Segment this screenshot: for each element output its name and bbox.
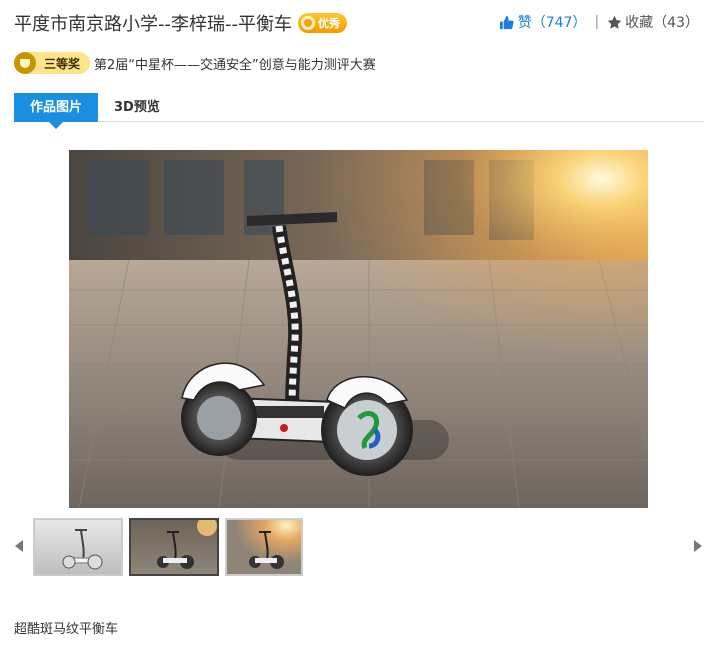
tab-3d-preview[interactable]: 3D预览 xyxy=(98,93,176,122)
balance-scooter-render xyxy=(69,150,648,508)
award-rank: 三等奖 xyxy=(44,56,81,71)
star-icon xyxy=(607,15,622,29)
excellent-badge: 优秀 xyxy=(297,13,347,33)
gallery-next-arrow[interactable] xyxy=(694,540,702,552)
gallery-prev-arrow[interactable] xyxy=(15,540,23,552)
main-artwork-image xyxy=(69,150,648,508)
medal-icon xyxy=(300,16,315,30)
thumbnail-3[interactable] xyxy=(225,518,303,576)
work-title: 平度市南京路小学--李梓瑞--平衡车 优秀 xyxy=(14,10,347,36)
thumbnail-1[interactable] xyxy=(33,518,123,576)
thumbnail-2[interactable] xyxy=(129,518,219,576)
favorite-button[interactable]: 收藏 （43） xyxy=(607,12,699,32)
tab-bar: 作品图片 3D预览 xyxy=(14,93,704,129)
like-label: 赞 xyxy=(517,15,532,31)
thumbnail-image-sunlit xyxy=(227,520,301,574)
excellent-badge-label: 优秀 xyxy=(317,17,340,30)
tab-work-images[interactable]: 作品图片 xyxy=(14,93,99,129)
trophy-icon xyxy=(14,52,36,74)
thumbnail-image-white xyxy=(35,520,121,574)
action-separator: | xyxy=(594,14,600,30)
like-count: （747） xyxy=(531,15,587,31)
work-description: 超酷斑马纹平衡车 xyxy=(14,622,119,637)
thumbs-up-icon xyxy=(499,15,514,29)
page-title: 平度市南京路小学--李梓瑞--平衡车 xyxy=(14,14,292,35)
favorite-label: 收藏 xyxy=(625,15,654,31)
favorite-count: （43） xyxy=(653,15,699,31)
action-bar: 赞 （747） | 收藏 （43） xyxy=(499,12,699,32)
like-button[interactable]: 赞 （747） xyxy=(499,12,587,32)
thumbnail-image-plaza xyxy=(131,520,217,574)
award-row: 三等奖 第2届“中星杯——交通安全”创意与能力测评大赛 xyxy=(14,52,376,74)
contest-name: 第2届“中星杯——交通安全”创意与能力测评大赛 xyxy=(94,57,376,73)
award-badge: 三等奖 xyxy=(14,52,91,74)
